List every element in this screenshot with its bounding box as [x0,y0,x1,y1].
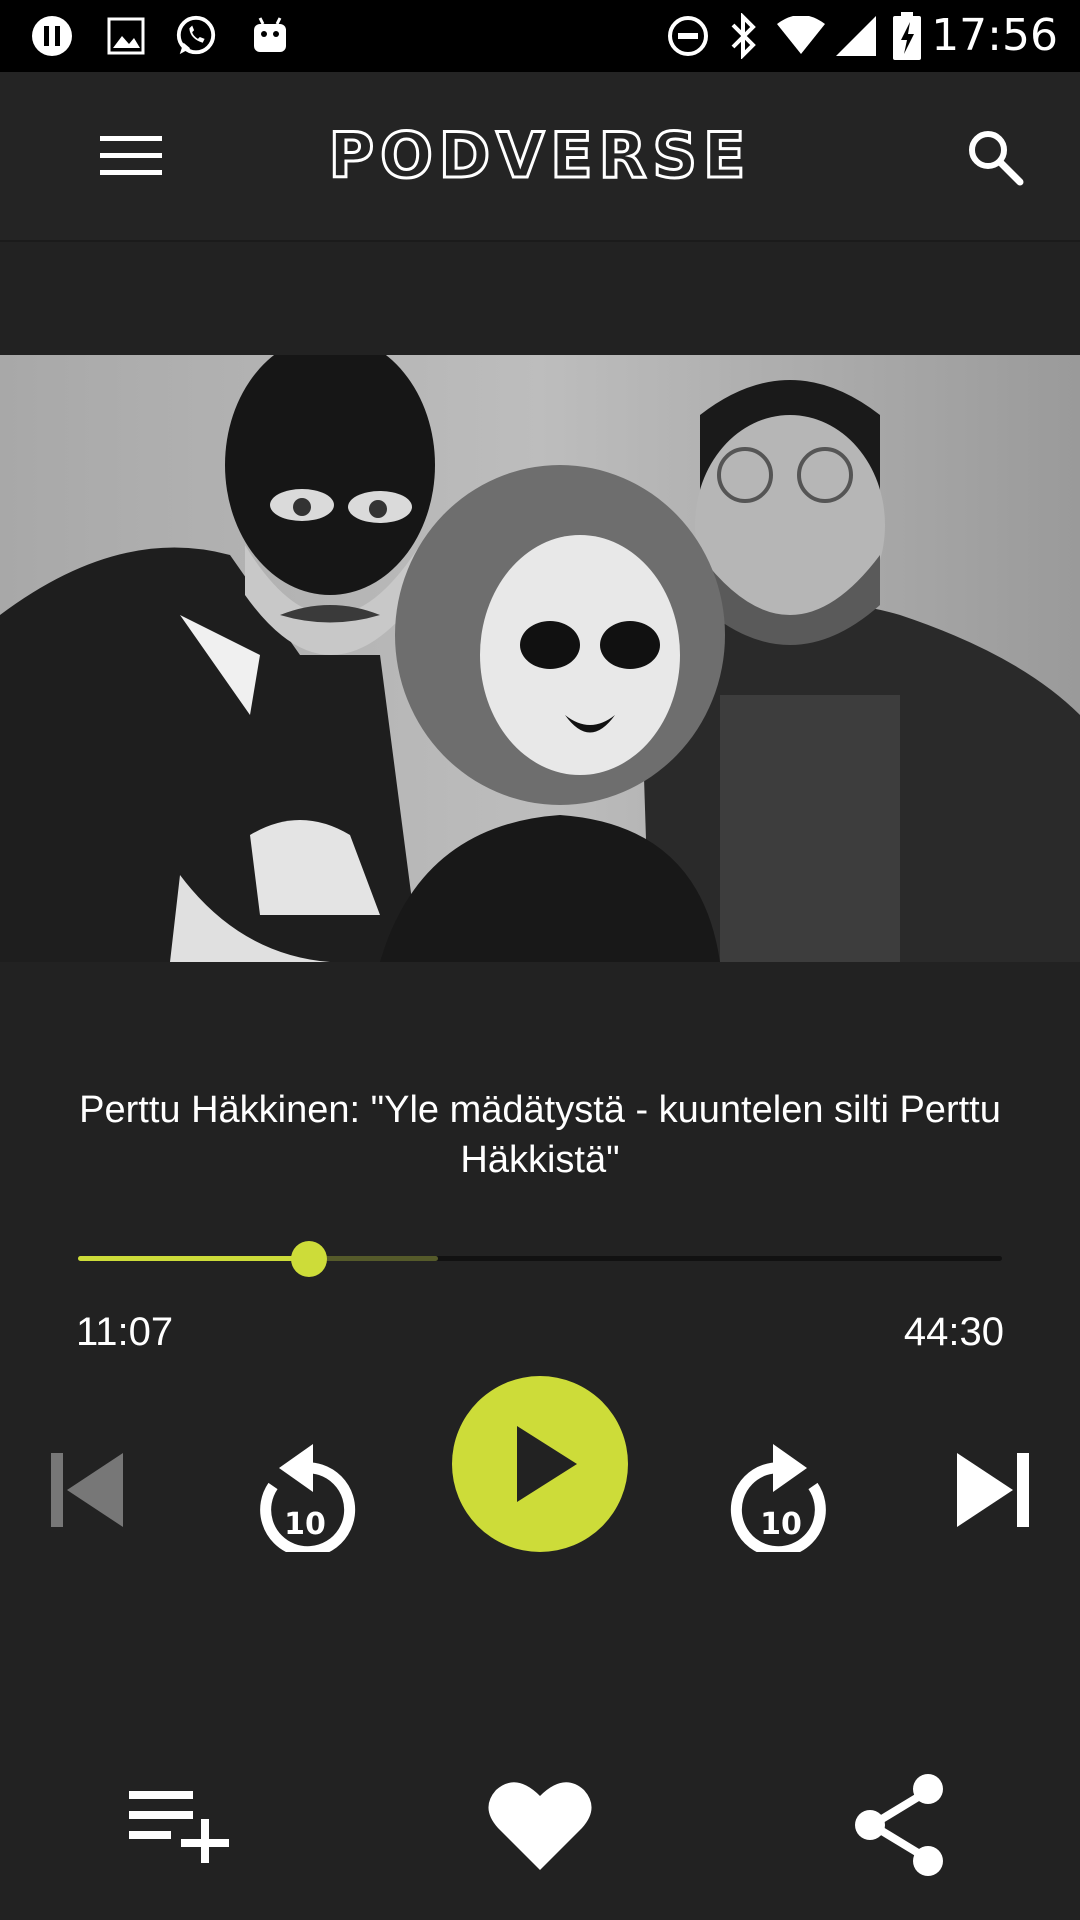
search-icon[interactable] [966,128,1024,186]
forward-seconds-label: 10 [760,1507,802,1542]
previous-track-button[interactable] [42,1448,132,1532]
seek-bar-thumb[interactable] [291,1241,327,1277]
android-icon [248,14,292,58]
signal-icon [834,14,878,58]
episode-title: Perttu Häkkinen: "Yle mädätystä - kuunte… [79,1089,1001,1181]
wifi-icon [774,14,828,58]
share-icon [855,1774,943,1876]
play-button[interactable] [452,1376,628,1552]
battery-charging-icon [890,12,924,60]
favorite-button[interactable] [485,1770,595,1880]
add-to-queue-icon [129,1791,229,1863]
status-time: 17:56 [931,10,1058,61]
app-logo: PODVERSE [327,118,752,194]
replay-10-icon: 10 [260,1444,356,1552]
share-button[interactable] [845,1770,955,1880]
episode-artwork-image [0,355,1080,962]
next-track-button[interactable] [948,1448,1038,1532]
episode-artwork [0,355,1080,962]
add-to-queue-button[interactable] [124,1770,234,1880]
skip-previous-icon [51,1453,123,1527]
play-icon [517,1426,577,1502]
whatsapp-icon [174,14,218,58]
seek-bar-progress [78,1256,309,1261]
pause-notification-icon [30,14,74,58]
replay-seconds-label: 10 [284,1507,326,1542]
bluetooth-icon [722,13,766,59]
favorite-heart-icon [488,1782,592,1870]
skip-next-icon [957,1453,1029,1527]
forward-10-icon: 10 [730,1444,826,1552]
total-duration: 44:30 [903,1310,1004,1354]
image-icon [104,14,148,58]
replay-10-button[interactable]: 10 [242,1424,362,1554]
do-not-disturb-icon [666,14,710,58]
elapsed-time: 11:07 [76,1310,174,1354]
forward-10-button[interactable]: 10 [724,1424,844,1554]
status-bar: 17:56 [0,0,1080,72]
